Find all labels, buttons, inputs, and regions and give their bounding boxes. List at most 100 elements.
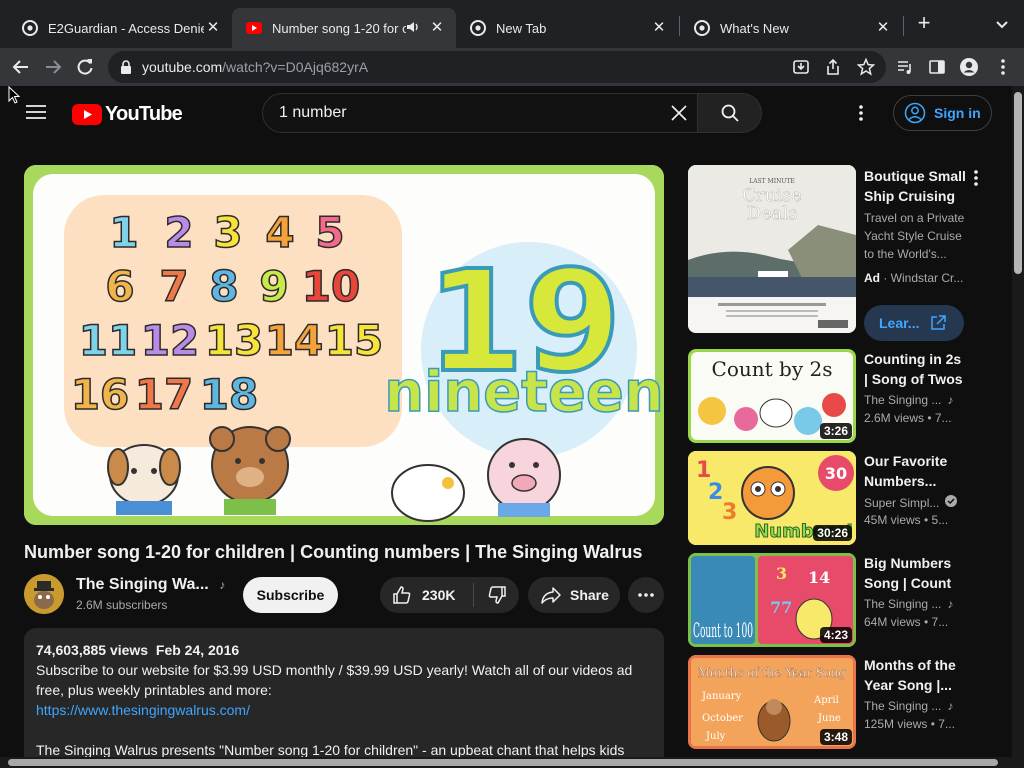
ad-cta-label: Lear... xyxy=(879,315,920,331)
svg-text:January: January xyxy=(701,691,742,702)
video-thumbnail: 1 2 3 30 Numbers! 30:26 xyxy=(688,451,856,545)
video-duration: 3:26 xyxy=(819,423,852,439)
tab-new-tab[interactable]: New Tab ✕ xyxy=(456,8,678,48)
thumb-number: 16 xyxy=(71,370,129,419)
forward-arrow-icon[interactable] xyxy=(40,54,66,80)
tab-whats-new[interactable]: What's New ✕ xyxy=(680,8,902,48)
thumb-text: Count to 100 xyxy=(693,618,753,642)
like-dislike-group: 230K xyxy=(380,577,519,613)
video-views: 45M views • 5... xyxy=(864,513,949,527)
video-thumbnail: Months of the Year Song January October … xyxy=(688,655,856,749)
close-icon[interactable]: ✕ xyxy=(204,19,222,37)
thumb-big-word: nineteen xyxy=(384,360,664,425)
recommended-video[interactable]: Count by 2s 3:26 Counting in 2s | Song o… xyxy=(688,349,988,443)
chrome-icon xyxy=(694,20,710,36)
sign-in-button[interactable]: Sign in xyxy=(893,95,992,131)
channel-name: The Singing ... xyxy=(864,597,942,611)
search-button[interactable] xyxy=(698,93,762,133)
music-note-icon: ♪ xyxy=(947,393,954,407)
video-title: Counting in 2s | Song of Twos ... xyxy=(864,351,963,387)
thumb-number: 3 xyxy=(213,208,242,257)
tab-separator xyxy=(903,16,904,36)
settings-kebab-icon[interactable] xyxy=(858,104,864,127)
share-button[interactable]: Share xyxy=(528,577,620,613)
profile-icon[interactable] xyxy=(958,56,980,78)
channel-name[interactable]: The Singing Wa... ♪ xyxy=(76,576,225,594)
speaker-icon[interactable] xyxy=(406,21,422,36)
thumbs-up-icon xyxy=(393,586,411,604)
ad-description: Travel on a Private Yacht Style Cruise t… xyxy=(864,211,965,261)
clear-search-icon[interactable] xyxy=(665,99,693,127)
recommended-video[interactable]: Count to 100 3 14 77 4:23 Big Numbers So… xyxy=(688,553,988,647)
search-input[interactable]: 1 number xyxy=(262,93,698,133)
reload-icon[interactable] xyxy=(72,54,98,80)
youtube-logo[interactable]: YouTube xyxy=(72,103,183,126)
chevron-down-icon[interactable] xyxy=(992,14,1012,34)
vertical-scrollbar[interactable] xyxy=(1012,86,1024,768)
tab-e2guardian[interactable]: E2Guardian - Access Denied ✕ xyxy=(8,8,232,48)
svg-text:July: July xyxy=(705,731,726,742)
bookmark-star-icon[interactable] xyxy=(855,56,877,78)
media-control-icon[interactable] xyxy=(894,56,916,78)
close-icon[interactable]: ✕ xyxy=(874,19,892,37)
thumb-number: 14 xyxy=(265,316,323,365)
address-bar[interactable]: youtube.com/watch?v=D0Ajq682yrA xyxy=(108,51,886,83)
chrome-icon xyxy=(22,20,38,36)
tab-youtube[interactable]: Number song 1-20 for children ✕ xyxy=(232,8,456,48)
video-views: 64M views • 7... xyxy=(864,615,949,629)
video-title: Big Numbers Song | Count t... xyxy=(864,555,952,591)
video-duration: 4:23 xyxy=(819,627,852,643)
video-title: Number song 1-20 for children | Counting… xyxy=(24,542,643,562)
back-arrow-icon[interactable] xyxy=(8,54,34,80)
scrollbar-thumb[interactable] xyxy=(1014,92,1022,274)
horizontal-scrollbar[interactable] xyxy=(0,757,1012,768)
hamburger-menu-icon[interactable] xyxy=(26,104,46,125)
thumb-number: 17 xyxy=(135,370,193,419)
svg-text:October: October xyxy=(702,713,743,724)
ad-options-kebab-icon[interactable] xyxy=(966,168,986,188)
close-icon[interactable]: ✕ xyxy=(650,19,668,37)
thumb-text: Months of the Year Song xyxy=(698,666,846,681)
video-thumbnail: Count by 2s 3:26 xyxy=(688,349,856,443)
search-icon xyxy=(721,104,739,122)
thumb-number: 2 xyxy=(164,208,193,257)
new-tab-plus-icon[interactable]: + xyxy=(912,12,936,36)
video-thumbnail: Count to 100 3 14 77 4:23 xyxy=(688,553,856,647)
channel-name-text: The Singing Wa... xyxy=(76,576,209,593)
video-duration: 30:26 xyxy=(813,525,852,541)
dislike-button[interactable] xyxy=(474,577,519,613)
video-frame: 1 2 3 4 5 6 7 8 9 10 11 12 13 14 15 16 1 xyxy=(24,165,664,525)
music-note-icon: ♪ xyxy=(947,699,954,713)
ad-thumbnail[interactable]: LAST MINUTE Cruise Deals xyxy=(688,165,856,333)
thumb-number: 7 xyxy=(159,262,188,311)
recommended-video[interactable]: 1 2 3 30 Numbers! 30:26 Our Favorite Num… xyxy=(688,451,988,545)
install-app-icon[interactable] xyxy=(790,56,812,78)
description-link[interactable]: https://www.thesingingwalrus.com/ xyxy=(36,702,250,718)
ad-learn-more-button[interactable]: Lear... xyxy=(864,305,964,341)
search-value: 1 number xyxy=(279,104,347,121)
ad-meta: Ad · Windstar Cr... xyxy=(864,271,964,285)
video-description[interactable]: 74,603,885 views Feb 24, 2016 Subscribe … xyxy=(24,628,664,768)
side-panel-icon[interactable] xyxy=(926,56,948,78)
subscribe-button[interactable]: Subscribe xyxy=(243,577,338,613)
channel-avatar[interactable] xyxy=(24,574,64,614)
ad-title[interactable]: Boutique Small Ship Cruising xyxy=(864,166,974,206)
more-actions-button[interactable] xyxy=(628,577,664,613)
sign-in-label: Sign in xyxy=(934,105,981,121)
svg-text:April: April xyxy=(813,695,839,706)
browser-menu-icon[interactable] xyxy=(992,56,1014,78)
video-player[interactable]: 1 2 3 4 5 6 7 8 9 10 11 12 13 14 15 16 1 xyxy=(24,165,664,525)
browser-toolbar: youtube.com/watch?v=D0Ajq682yrA xyxy=(0,48,1024,86)
recommended-video[interactable]: Months of the Year Song January October … xyxy=(688,655,988,749)
external-link-icon xyxy=(931,315,947,330)
thumb-number: 13 xyxy=(205,316,263,365)
view-count: 74,603,885 views xyxy=(36,642,149,658)
like-button[interactable]: 230K xyxy=(380,577,473,613)
scrollbar-thumb[interactable] xyxy=(8,759,998,766)
account-icon xyxy=(904,102,926,124)
thumb-number: 4 xyxy=(265,208,294,257)
music-note-icon: ♪ xyxy=(219,578,226,592)
logo-text: YouTube xyxy=(105,103,183,125)
close-icon[interactable]: ✕ xyxy=(428,19,446,37)
share-page-icon[interactable] xyxy=(822,56,844,78)
